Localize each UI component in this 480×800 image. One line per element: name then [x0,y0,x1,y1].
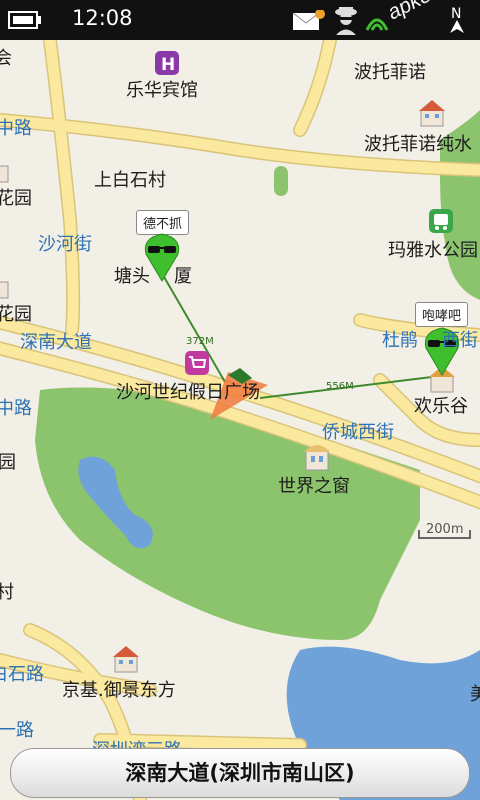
road-label: 沙河街 [38,234,92,255]
building-icon[interactable] [418,98,446,132]
place-label: 上白石村 [94,170,166,191]
mail-icon[interactable] [292,9,326,36]
svg-text:N: N [451,6,461,22]
road-label: 侨城西街 [322,422,394,443]
road-label: 一路 [0,720,34,741]
place-label: 塘头 [114,266,150,287]
scale-label: 200m [426,522,464,537]
scale-bar: 200m [418,522,472,544]
park-area [274,166,288,196]
place-label: 美 [470,684,480,705]
address-bar[interactable]: 深南大道(深圳市南山区) [10,748,470,798]
place-label: 会 [0,48,12,69]
distance-label: 372M [186,336,214,347]
place-label: 厦 [174,266,192,287]
road-label: 中路 [0,398,32,419]
distance-label: 556M [326,381,354,392]
shopping-icon[interactable] [184,350,210,380]
place-label: 园 [0,452,16,473]
road-label: 杜鹃 [382,330,418,351]
place-label: 世界之窗 [278,476,350,497]
road-label: 中路 [0,118,32,139]
spy-icon[interactable] [332,4,360,40]
address-text: 深南大道(深圳市南山区) [125,761,355,785]
place-label: 波托菲诺纯水 [364,134,472,155]
signal-icon [364,6,390,38]
place-label: 沙河世纪假日广场 [116,382,260,403]
svg-text:H: H [161,55,175,75]
place-label: 京基.御景东方 [62,680,176,701]
bus-stop-icon[interactable] [428,208,454,238]
friend-name-bubble[interactable]: 咆哮吧 [415,302,469,327]
road-label: 白石路 [0,664,44,685]
place-label: 乐华宾馆 [126,80,198,101]
place-label: 花园 [0,188,32,209]
place-label: 花园 [0,304,32,325]
north-arrow-icon[interactable]: N [446,4,468,38]
place-label: 波托菲诺 [354,62,426,83]
road-label: 西街 [442,330,478,351]
map-view[interactable]: 372M 556M H 德不抓 咆哮吧 会 乐华宾馆 波托菲诺 中路 波托菲诺纯… [0,40,480,800]
building-icon[interactable] [112,644,140,678]
place-label: 玛雅水公园 [388,240,478,261]
clock: 12:08 [72,6,133,30]
place-label: 村 [0,582,14,603]
battery-icon [8,10,42,34]
place-label: 欢乐谷 [414,396,468,417]
road-label: 深南大道 [20,332,92,353]
